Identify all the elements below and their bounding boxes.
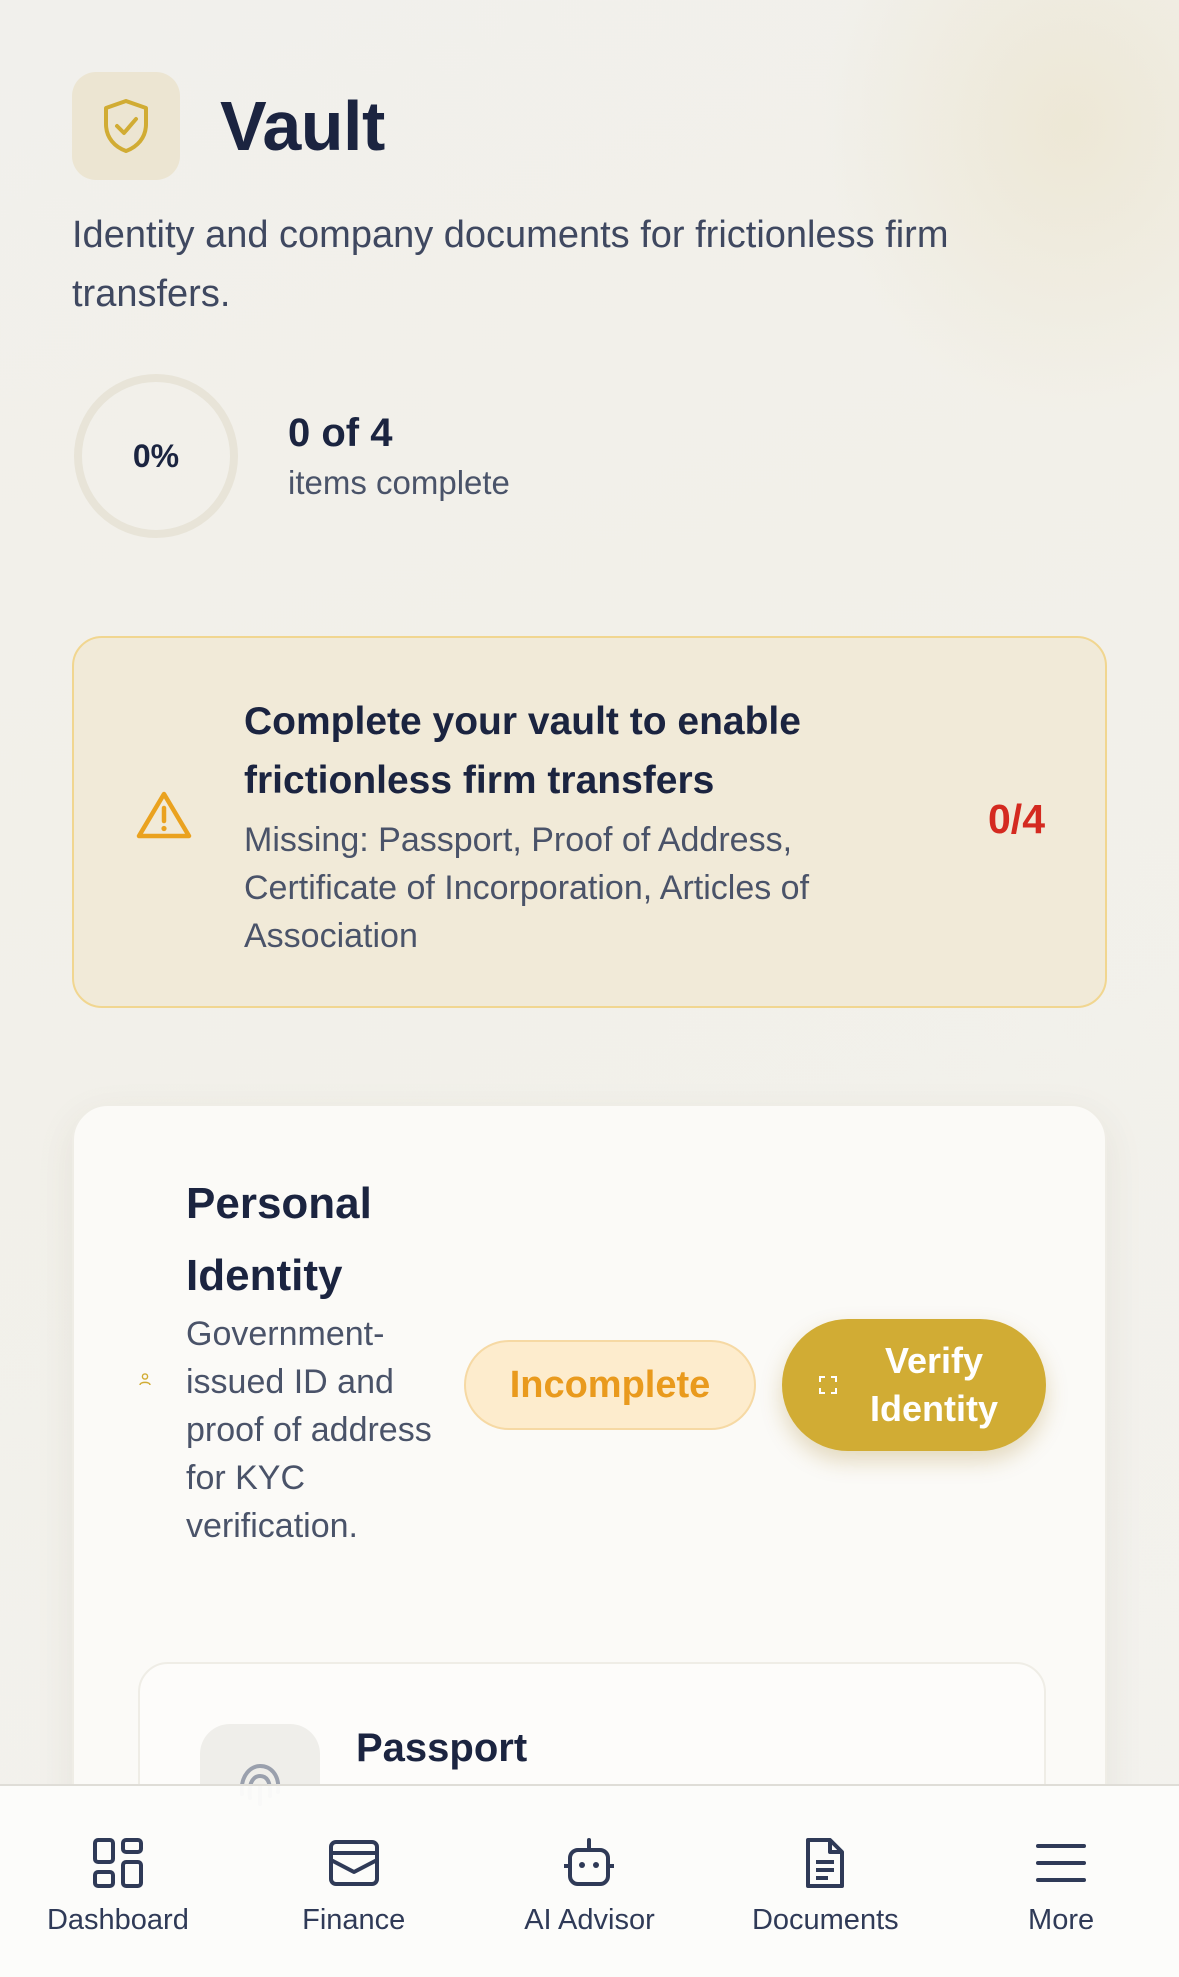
verify-identity-button[interactable]: Verify Identity — [782, 1319, 1046, 1451]
bottom-navigation: Dashboard Finance AI Advisor Documents M… — [0, 1784, 1179, 1977]
nav-item-finance[interactable]: Finance — [236, 1786, 472, 1977]
nav-item-more[interactable]: More — [943, 1786, 1179, 1977]
wallet-icon — [327, 1836, 381, 1890]
progress-ring: 0% — [72, 372, 240, 540]
alert-count: 0/4 — [988, 796, 1045, 842]
alert-title: Complete your vault to enable frictionle… — [244, 700, 801, 802]
progress-count: 0 of 4 — [288, 410, 393, 455]
document-title: Passport — [356, 1726, 528, 1770]
page-title: Vault — [220, 87, 385, 165]
vault-progress: 0% 0 of 4 items complete — [72, 372, 510, 540]
nav-label-documents: Documents — [751, 1904, 899, 1936]
status-badge: Incomplete — [464, 1340, 756, 1430]
vault-page: Vault Identity and company documents for… — [0, 0, 1179, 1977]
shield-check-icon — [72, 72, 180, 180]
warning-triangle-icon — [136, 790, 192, 845]
nav-label-more: More — [1028, 1904, 1095, 1936]
grid-icon — [91, 1836, 145, 1890]
robot-icon — [562, 1836, 616, 1890]
person-icon — [138, 1372, 152, 1391]
menu-icon — [1034, 1836, 1088, 1890]
section-title: Personal Identity — [186, 1179, 372, 1300]
vault-incomplete-alert: Complete your vault to enable frictionle… — [72, 636, 1107, 1008]
nav-item-documents[interactable]: Documents — [707, 1786, 943, 1977]
document-icon — [798, 1836, 852, 1890]
progress-sub-label: items complete — [288, 463, 510, 501]
nav-item-ai-advisor[interactable]: AI Advisor — [472, 1786, 708, 1977]
nav-label-finance: Finance — [302, 1904, 406, 1936]
section-description: Government-issued ID and proof of addres… — [186, 1315, 432, 1545]
progress-percent: 0% — [132, 437, 180, 474]
nav-label-ai-advisor: AI Advisor — [524, 1904, 655, 1936]
alert-missing-items: Missing: Passport, Proof of Address, Cer… — [244, 821, 810, 955]
page-header: Vault — [72, 72, 385, 180]
scan-icon — [818, 1375, 838, 1400]
verify-identity-label: Verify Identity — [869, 1340, 998, 1429]
page-subtitle: Identity and company documents for frict… — [72, 214, 949, 315]
nav-label-dashboard: Dashboard — [46, 1904, 189, 1936]
nav-item-dashboard[interactable]: Dashboard — [0, 1786, 236, 1977]
